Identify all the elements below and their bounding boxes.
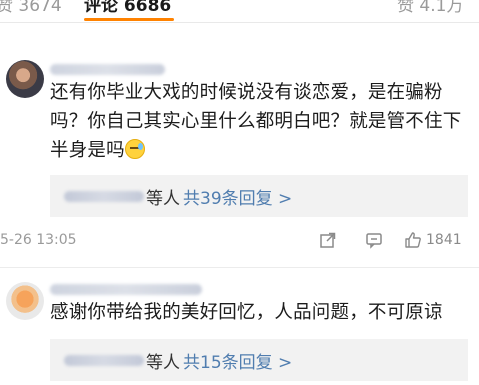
comment-time: 5-26 13:05 xyxy=(0,232,77,248)
reply-people-label: 等人 xyxy=(146,353,180,373)
reply-usernames-redacted xyxy=(64,355,144,366)
comment-tab-bar: 赞 3674 评论 6686 赞 4.1万 xyxy=(0,0,479,23)
sweat-face-emoji xyxy=(124,139,145,159)
reply-summary[interactable]: 等人 共15条回复 > xyxy=(50,339,468,381)
reply-usernames-redacted xyxy=(64,191,144,202)
username-redacted[interactable] xyxy=(50,284,202,295)
comment-icon[interactable] xyxy=(365,231,383,249)
tab-comments[interactable]: 评论 6686 xyxy=(84,0,171,16)
reply-people-label: 等人 xyxy=(146,189,180,209)
thumbs-up-icon[interactable] xyxy=(404,231,422,249)
user-avatar-icon[interactable] xyxy=(6,282,44,320)
username-redacted[interactable] xyxy=(50,64,165,75)
comment-divider xyxy=(0,267,479,268)
reply-summary[interactable]: 等人 共39条回复 > xyxy=(50,175,468,217)
view-replies-link[interactable]: 共39条回复 > xyxy=(183,184,292,209)
comment-meta-row: 5-26 13:05 1841 xyxy=(0,229,462,255)
tab-reposts[interactable]: 赞 4.1万 xyxy=(397,0,463,16)
comment-text: 还有你毕业大戏的时候说没有谈恋爱，是在骗粉吗？你自己其实心里什么都明白吧？就是管… xyxy=(50,82,462,161)
view-replies-link[interactable]: 共15条回复 > xyxy=(183,348,292,373)
tab-likes[interactable]: 赞 3674 xyxy=(0,0,62,16)
active-tab-underline xyxy=(84,18,174,21)
like-count: 1841 xyxy=(426,232,462,248)
user-avatar-icon[interactable] xyxy=(6,60,44,98)
share-icon[interactable] xyxy=(319,231,337,249)
comment-text: 感谢你带给我的美好回忆，人品问题，不可原谅 xyxy=(50,302,443,323)
